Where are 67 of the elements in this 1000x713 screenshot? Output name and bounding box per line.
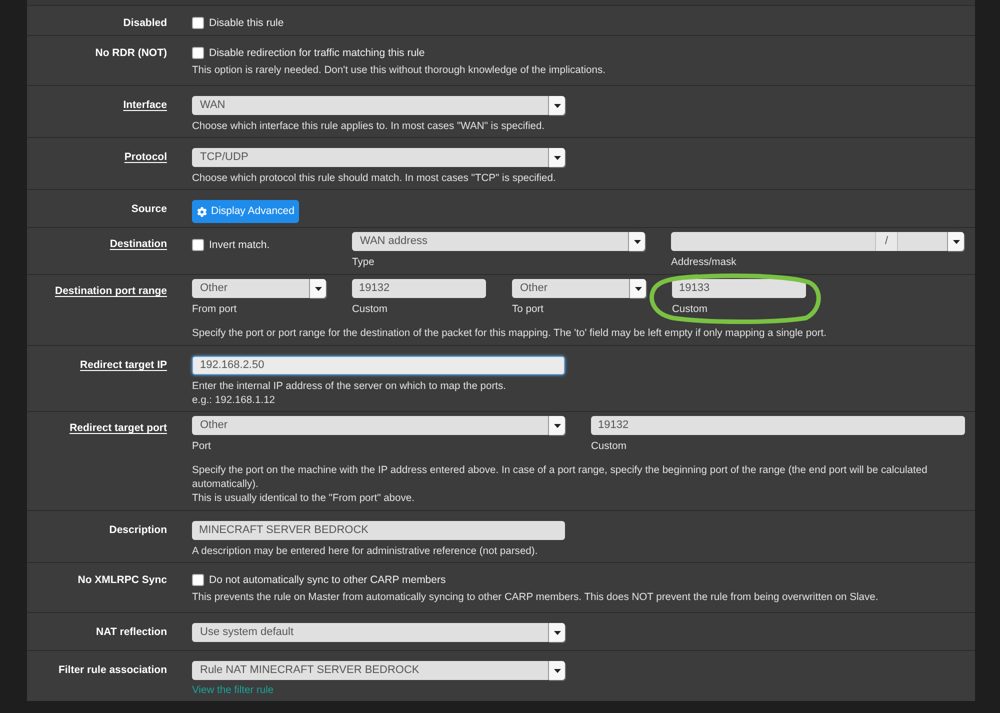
field-label: Destination [110,238,167,250]
help-text: This is usually identical to the "From port" above. [192,492,416,506]
advanced-button[interactable]: Display Advanced [192,200,300,223]
help-text: A description may be entered here for administrative reference (not parsed). [192,545,539,559]
caret-icon [548,661,565,680]
checkbox[interactable] [192,239,204,251]
checkbox-label: Disable this rule [209,16,284,30]
field-label: Filter rule association [58,664,167,676]
field-label: Disabled [123,17,167,29]
text-field[interactable]: 192.168.2.50 [192,356,565,375]
field-label: Description [109,524,167,536]
dropdown[interactable]: Rule NAT MINECRAFT SERVER BEDROCK [192,661,565,680]
field-label: Protocol [124,151,167,163]
text-field[interactable]: 19132 [591,416,965,435]
field-caption: Custom [672,303,708,317]
help-text: This prevents the rule on Master from automatically syncing to other CARP members. This does NOT prevent the rule from being overwritten on Slave. [192,591,880,605]
dropdown[interactable]: Other [192,279,326,298]
dropdown[interactable]: WAN [192,96,565,115]
caret-icon [309,279,326,298]
field-caption: From port [192,303,238,317]
help-text: Choose which interface this rule applies to. In most cases "WAN" is specified. [192,120,546,134]
field-label: Interface [123,99,167,111]
help-text: Enter the internal IP address of the server on which to map the ports. [192,380,508,394]
field-label: NAT reflection [96,626,167,638]
help-text: Specify the port or port range for the destination of the packet for this mapping. The 'to' field may be left empty if only mapping a single port. [192,327,828,341]
field-label: Source [131,203,167,215]
field-caption: Address/mask [671,256,738,270]
field-caption: To port [512,303,544,317]
checkbox[interactable] [192,574,204,586]
caret-icon [629,279,646,298]
field-caption: Type [352,256,376,270]
caret-icon [548,416,565,435]
dropdown[interactable]: Other [192,416,565,435]
text-field[interactable] [671,232,875,251]
field-label: No XMLRPC Sync [78,574,167,586]
separator-addon: / [875,232,898,251]
caret-icon [548,148,565,167]
checkbox-label: Disable redirection for traffic matching this rule [209,46,425,60]
filter-rule-link[interactable]: View the filter rule [192,685,274,696]
field-label: Redirect target IP [80,359,167,371]
dropdown[interactable]: TCP/UDP [192,148,565,167]
checkbox[interactable] [192,47,204,59]
text-field[interactable]: MINECRAFT SERVER BEDROCK [192,521,565,540]
help-text: Choose which protocol this rule should match. In most cases "TCP" is specified. [192,172,557,186]
dropdown[interactable]: WAN address [352,232,645,251]
caret-icon [548,623,565,642]
caret-icon [947,232,964,251]
field-label: Redirect target port [70,422,167,434]
gear-icon [197,206,207,216]
field-caption: Port [192,440,212,454]
dropdown[interactable] [898,232,964,251]
text-field[interactable]: 19133 [672,279,806,298]
help-text: This option is rarely needed. Don't use this without thorough knowledge of the implications. [192,64,607,78]
dropdown[interactable]: Use system default [192,623,565,642]
field-caption: Custom [352,303,388,317]
caret-icon [548,96,565,115]
text-field[interactable]: 19132 [352,279,486,298]
dropdown[interactable]: Other [512,279,646,298]
checkbox-label: Do not automatically sync to other CARP members [209,573,446,587]
field-label: No RDR (NOT) [95,47,167,59]
field-caption: Custom [591,440,628,454]
field-label: Destination port range [54,285,167,297]
help-text: Specify the port on the machine with the IP address entered above. In case of a port range, specify the beginning port of the range (the end port will be calculated automatically). [192,464,928,492]
checkbox-label: Invert match. [209,238,270,252]
checkbox[interactable] [192,17,204,29]
caret-icon [628,232,645,251]
help-text: e.g.: 192.168.1.12 [192,394,276,408]
